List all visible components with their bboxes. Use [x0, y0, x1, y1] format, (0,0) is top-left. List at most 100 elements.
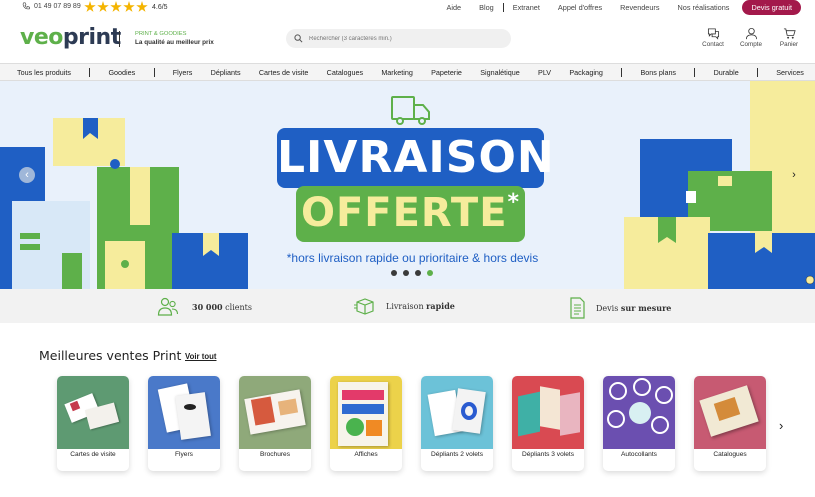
nav-flyers[interactable]: Flyers [173, 68, 193, 77]
product-image [421, 376, 493, 449]
product-label: Brochures [259, 451, 291, 458]
tagline-bottom: La qualité au meilleur prix [135, 39, 214, 46]
divider [153, 67, 155, 77]
nav-bons-plans[interactable]: Bons plans [640, 68, 676, 77]
star-icon [110, 1, 122, 12]
product-label: Flyers [175, 451, 193, 458]
nav-depliants[interactable]: Dépliants [211, 68, 241, 77]
hero-line-1: LIVRAISON [277, 132, 555, 183]
feature-livraison: Livraison rapide [354, 297, 455, 315]
rating-stars[interactable]: 4.6/5 [84, 1, 168, 13]
product-card-brochures[interactable]: Brochures [239, 376, 311, 471]
product-card-affiches[interactable]: Affiches [330, 376, 402, 471]
carousel-dot[interactable] [391, 270, 397, 276]
product-label: Affiches [354, 451, 378, 458]
nav-marketing[interactable]: Marketing [381, 68, 413, 77]
nav-cartes-visite[interactable]: Cartes de visite [259, 68, 309, 77]
nav-durable[interactable]: Durable [714, 68, 739, 77]
divider [694, 67, 696, 77]
top-bar: 01 49 07 89 89 4.6/5 Aide Blog Extranet … [0, 0, 815, 15]
header-actions: Contact Compte Panier [701, 27, 801, 48]
product-card-depliants-2-volets[interactable]: Dépliants 2 volets [421, 376, 493, 471]
hero-line-2: OFFERTE* [300, 190, 521, 236]
divider [621, 67, 623, 77]
nav-papeterie[interactable]: Papeterie [431, 68, 462, 77]
carousel-dot[interactable] [415, 270, 421, 276]
feature-devis: Devis sur mesure [568, 297, 671, 319]
carousel-prev-button[interactable]: ‹ [19, 167, 35, 183]
delivery-box-icon [354, 298, 374, 315]
link-blog[interactable]: Blog [470, 3, 503, 12]
link-extranet[interactable]: Extranet [504, 3, 549, 12]
product-card-flyers[interactable]: Flyers [148, 376, 220, 471]
user-icon [745, 27, 757, 40]
product-card-catalogues[interactable]: Catalogues [694, 376, 766, 471]
nav-plv[interactable]: PLV [538, 68, 551, 77]
product-label: Dépliants 2 volets [430, 451, 484, 458]
search-bar[interactable] [286, 29, 511, 48]
nav-services[interactable]: Services [776, 68, 804, 77]
hero-footnote: *hors livraison rapide ou prioritaire & … [286, 251, 539, 265]
tagline-top: PRINT & GOODIES [135, 31, 187, 37]
header: veoprint PRINT & GOODIES La qualité au m… [0, 16, 815, 63]
product-image [148, 376, 220, 449]
products-next-button[interactable]: › [779, 418, 783, 433]
phone-icon [22, 2, 30, 10]
carousel-dots [391, 270, 433, 276]
top-links: Aide Blog Extranet Appel d'offres Revend… [437, 0, 801, 15]
product-card-depliants-3-volets[interactable]: Dépliants 3 volets [512, 376, 584, 471]
star-icon [123, 1, 135, 12]
rating-value: 4.6/5 [152, 3, 168, 11]
phone-contact[interactable]: 01 49 07 89 89 [22, 2, 81, 10]
link-appel-offres[interactable]: Appel d'offres [549, 3, 611, 12]
nav-tous-produits[interactable]: Tous les produits [17, 68, 71, 77]
voir-tout-link[interactable]: Voir tout [185, 352, 216, 361]
link-realisations[interactable]: Nos réalisations [669, 3, 739, 12]
document-icon [570, 297, 585, 319]
product-label: Catalogues [713, 451, 747, 458]
phone-number[interactable]: 01 49 07 89 89 [34, 3, 81, 10]
product-label: Autocollants [621, 451, 657, 458]
chat-icon [707, 28, 719, 40]
account-button[interactable]: Compte [739, 27, 763, 48]
product-image [694, 376, 766, 449]
product-image [239, 376, 311, 449]
nav-catalogues[interactable]: Catalogues [327, 68, 363, 77]
nav-goodies[interactable]: Goodies [108, 68, 135, 77]
search-input[interactable] [309, 35, 489, 42]
carousel-dot-active[interactable] [427, 270, 433, 276]
contact-button[interactable]: Contact [701, 27, 725, 48]
product-image [330, 376, 402, 449]
divider [89, 67, 91, 77]
product-card-cartes-visite[interactable]: Cartes de visite [57, 376, 129, 471]
cart-icon [783, 28, 796, 39]
product-label: Dépliants 3 volets [521, 451, 575, 458]
feature-clients: 30 000 clients [157, 297, 252, 317]
devis-gratuit-button[interactable]: Devis gratuit [742, 0, 801, 15]
main-nav: Tous les produits Goodies Flyers Déplian… [0, 63, 815, 81]
carousel-next-button[interactable]: › [786, 167, 802, 183]
cart-button[interactable]: Panier [777, 27, 801, 48]
product-image [512, 376, 584, 449]
hero-banner[interactable]: LIVRAISON OFFERTE* *hors livraison rapid… [0, 81, 815, 289]
features-strip: 30 000 clients Livraison rapide Devis su… [0, 289, 815, 323]
product-image [603, 376, 675, 449]
product-image [57, 376, 129, 449]
product-card-autocollants[interactable]: Autocollants [603, 376, 675, 471]
star-icon [84, 1, 96, 12]
logo[interactable]: veoprint [20, 25, 121, 50]
section-title: Meilleures ventes Print [39, 348, 182, 363]
product-label: Cartes de visite [70, 451, 116, 458]
nav-signaletique[interactable]: Signalétique [480, 68, 520, 77]
people-icon [157, 297, 179, 316]
divider [757, 67, 758, 77]
product-carousel: Cartes de visite Flyers Brochures Affich… [57, 376, 766, 471]
star-icon [136, 1, 148, 12]
nav-packaging[interactable]: Packaging [569, 68, 603, 77]
search-icon [294, 34, 303, 43]
star-icon [97, 1, 109, 12]
carousel-dot[interactable] [403, 270, 409, 276]
link-revendeurs[interactable]: Revendeurs [611, 3, 668, 12]
divider [119, 31, 120, 47]
link-aide[interactable]: Aide [437, 3, 470, 12]
